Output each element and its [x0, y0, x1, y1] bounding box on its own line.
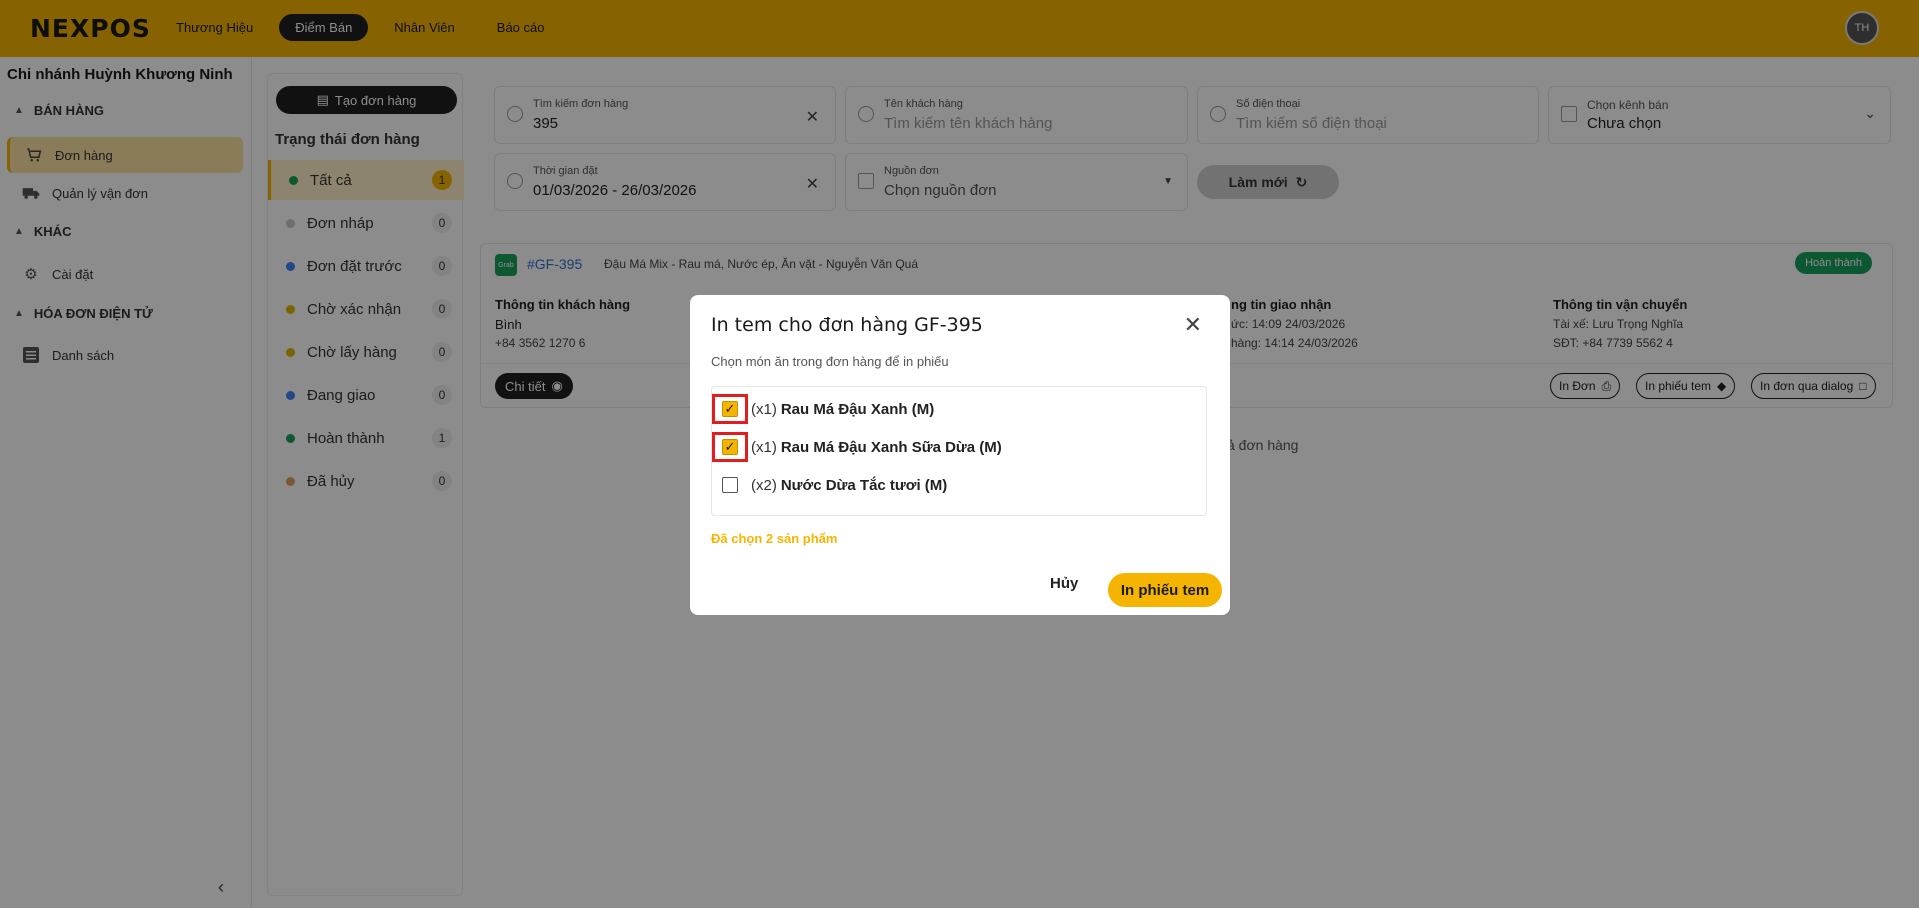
selected-count: Đã chọn 2 sản phẩm: [711, 531, 838, 546]
checkbox[interactable]: [722, 477, 738, 493]
dialog-title: In tem cho đơn hàng GF-395: [711, 314, 983, 336]
print-label-confirm-button[interactable]: In phiếu tem: [1108, 573, 1222, 607]
item-list: ✓ (x1) Rau Má Đậu Xanh (M) ✓ (x1) Rau Má…: [711, 386, 1207, 516]
list-item[interactable]: ✓ (x1) Rau Má Đậu Xanh Sữa Dừa (M): [712, 432, 1002, 462]
close-icon[interactable]: ✕: [1184, 312, 1202, 338]
cancel-button[interactable]: Hủy: [1050, 575, 1078, 592]
checkbox[interactable]: ✓: [722, 439, 738, 455]
list-item[interactable]: (x2) Nước Dừa Tắc tươi (M): [712, 470, 947, 500]
print-label-dialog: In tem cho đơn hàng GF-395 ✕ Chọn món ăn…: [690, 295, 1230, 615]
checkbox[interactable]: ✓: [722, 401, 738, 417]
list-item[interactable]: ✓ (x1) Rau Má Đậu Xanh (M): [712, 394, 934, 424]
dialog-subtitle: Chọn món ăn trong đơn hàng để in phiếu: [711, 354, 949, 369]
